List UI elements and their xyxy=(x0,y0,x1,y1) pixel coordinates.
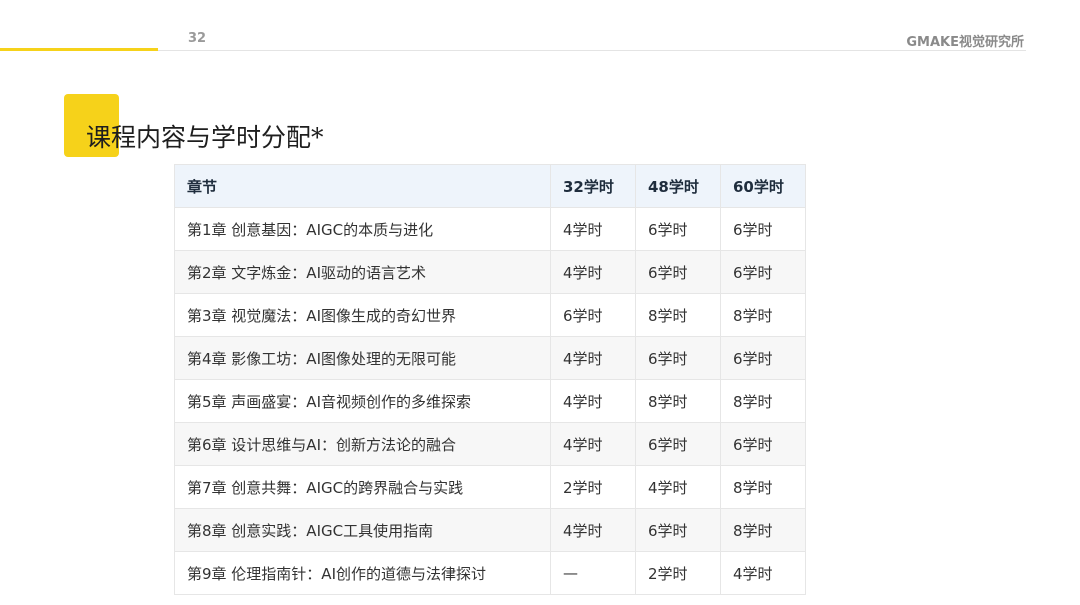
cell-48h: 6学时 xyxy=(635,207,721,251)
cell-chapter: 第1章 创意基因：AIGC的本质与进化 xyxy=(174,207,551,251)
table-row: 第8章 创意实践：AIGC工具使用指南 4学时 6学时 8学时 xyxy=(174,508,806,552)
cell-60h: 8学时 xyxy=(720,465,806,509)
cell-60h: 6学时 xyxy=(720,336,806,380)
table-row: 第2章 文字炼金：AI驱动的语言艺术 4学时 6学时 6学时 xyxy=(174,250,806,294)
cell-60h: 6学时 xyxy=(720,207,806,251)
brand-label: GMAKE视觉研究所 xyxy=(906,35,1024,50)
page-number: 32 xyxy=(188,31,207,46)
cell-32h: 2学时 xyxy=(550,465,636,509)
cell-chapter: 第5章 声画盛宴：AI音视频创作的多维探索 xyxy=(174,379,551,423)
table-row: 第9章 伦理指南针：AI创作的道德与法律探讨 —2学时 4学时 xyxy=(174,551,806,595)
table-row: 第1章 创意基因：AIGC的本质与进化 4学时 6学时 6学时 xyxy=(174,207,806,251)
cell-48h: 2学时 xyxy=(635,551,721,595)
cell-32h: 4学时 xyxy=(550,336,636,380)
cell-32h: 4学时 xyxy=(550,250,636,294)
cell-chapter: 第9章 伦理指南针：AI创作的道德与法律探讨 xyxy=(174,551,551,595)
table-row: 第6章 设计思维与AI：创新方法论的融合 4学时 6学时 6学时 xyxy=(174,422,806,466)
page-title: 课程内容与学时分配* xyxy=(86,123,324,152)
table-row: 第7章 创意共舞：AIGC的跨界融合与实践 2学时 4学时 8学时 xyxy=(174,465,806,509)
column-header-48h: 48学时 xyxy=(635,164,721,208)
cell-48h: 8学时 xyxy=(635,379,721,423)
cell-60h: 6学时 xyxy=(720,250,806,294)
cell-48h: 8学时 xyxy=(635,293,721,337)
table-row: 第5章 声画盛宴：AI音视频创作的多维探索 4学时 8学时 8学时 xyxy=(174,379,806,423)
cell-48h: 6学时 xyxy=(635,422,721,466)
cell-32h: 4学时 xyxy=(550,379,636,423)
cell-48h: 6学时 xyxy=(635,250,721,294)
header-accent-bar xyxy=(0,48,158,51)
cell-48h: 6学时 xyxy=(635,508,721,552)
cell-32h: 4学时 xyxy=(550,508,636,552)
cell-60h: 8学时 xyxy=(720,508,806,552)
cell-chapter: 第6章 设计思维与AI：创新方法论的融合 xyxy=(174,422,551,466)
cell-32h: 6学时 xyxy=(550,293,636,337)
table-row: 第4章 影像工坊：AI图像处理的无限可能 4学时 6学时 6学时 xyxy=(174,336,806,380)
column-header-60h: 60学时 xyxy=(720,164,806,208)
cell-chapter: 第4章 影像工坊：AI图像处理的无限可能 xyxy=(174,336,551,380)
cell-chapter: 第8章 创意实践：AIGC工具使用指南 xyxy=(174,508,551,552)
cell-60h: 4学时 xyxy=(720,551,806,595)
course-hours-table: 章节 32学时 48学时 60学时 第1章 创意基因：AIGC的本质与进化 4学时… xyxy=(174,164,806,595)
cell-48h: 6学时 xyxy=(635,336,721,380)
cell-32h: 4学时 xyxy=(550,422,636,466)
cell-48h: 4学时 xyxy=(635,465,721,509)
column-header-chapter: 章节 xyxy=(174,164,551,208)
cell-60h: 8学时 xyxy=(720,379,806,423)
cell-32h: — xyxy=(550,551,636,595)
cell-chapter: 第2章 文字炼金：AI驱动的语言艺术 xyxy=(174,250,551,294)
cell-chapter: 第3章 视觉魔法：AI图像生成的奇幻世界 xyxy=(174,293,551,337)
cell-32h: 4学时 xyxy=(550,207,636,251)
table-header-row: 章节 32学时 48学时 60学时 xyxy=(174,164,806,208)
column-header-32h: 32学时 xyxy=(550,164,636,208)
cell-60h: 8学时 xyxy=(720,293,806,337)
table-row: 第3章 视觉魔法：AI图像生成的奇幻世界 6学时 8学时 8学时 xyxy=(174,293,806,337)
cell-chapter: 第7章 创意共舞：AIGC的跨界融合与实践 xyxy=(174,465,551,509)
cell-60h: 6学时 xyxy=(720,422,806,466)
